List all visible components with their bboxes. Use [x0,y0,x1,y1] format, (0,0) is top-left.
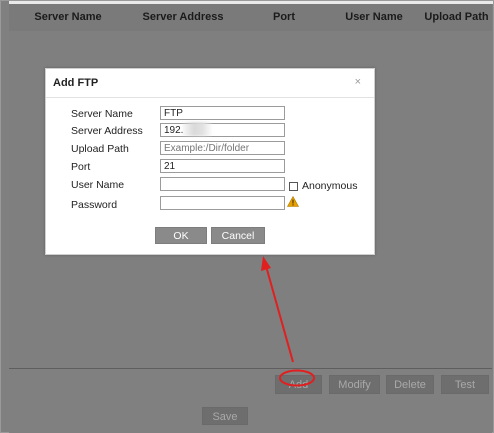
server-address-input[interactable] [160,123,285,137]
warning-icon [287,196,299,207]
modify-button[interactable]: Modify [329,375,380,394]
server-name-input[interactable] [160,106,285,120]
password-input[interactable] [160,196,285,210]
dialog-title: Add FTP [53,77,99,89]
delete-button[interactable]: Delete [386,375,434,394]
column-header-upload-path: Upload Path [424,11,489,23]
server-name-label: Server Name [71,108,133,120]
anonymous-label: Anonymous [302,180,358,192]
test-button[interactable]: Test [441,375,489,394]
password-label: Password [71,199,118,211]
port-input[interactable] [160,159,285,173]
upload-path-input[interactable] [160,141,285,155]
redaction-blur [182,122,212,136]
anonymous-checkbox[interactable] [289,182,298,191]
add-button[interactable]: Add [275,375,322,394]
ok-button[interactable]: OK [155,227,207,244]
user-name-label: User Name [71,179,125,191]
table-header: Server Name Server Address Port User Nam… [9,4,492,31]
column-header-port: Port [273,11,295,23]
save-button[interactable]: Save [202,407,248,425]
column-header-user-name: User Name [345,11,403,23]
column-header-server-address: Server Address [142,11,224,23]
cancel-button[interactable]: Cancel [211,227,265,244]
server-address-label: Server Address [71,125,143,137]
close-icon[interactable]: × [355,76,361,88]
upload-path-label: Upload Path [71,143,129,155]
column-header-server-name: Server Name [34,11,102,23]
user-name-input[interactable] [160,177,285,191]
port-label: Port [71,161,91,173]
dialog-divider [46,97,374,98]
add-ftp-dialog: Add FTP × Server Name Server Address Upl… [45,68,375,255]
